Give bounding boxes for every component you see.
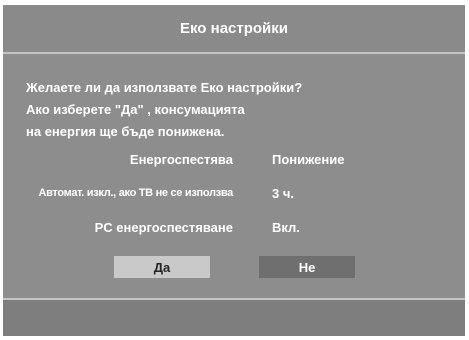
yes-button[interactable]: Да xyxy=(114,256,210,278)
title-divider xyxy=(3,52,465,54)
setting-value-energy-saving: Понижение xyxy=(272,152,345,167)
no-button[interactable]: Не xyxy=(259,256,355,278)
dialog-title-bar: Еко настройки xyxy=(3,5,465,52)
dialog-footer xyxy=(3,300,465,336)
dialog-title: Еко настройки xyxy=(179,20,288,37)
message-line-3: на енергия ще бъде понижена. xyxy=(26,124,225,139)
setting-label-auto-power-off: Автомат. изкл., ако ТВ не се използва xyxy=(38,187,233,199)
message-line-1: Желаете ли да използвате Еко настройки? xyxy=(26,80,303,95)
eco-settings-dialog: Еко настройки Желаете ли да използвате Е… xyxy=(3,5,465,336)
setting-value-auto-power-off: 3 ч. xyxy=(272,186,295,201)
setting-label-pc-power-saving: PC енергоспестяване xyxy=(94,220,233,235)
message-line-2: Ако изберете "Да" , консумацията xyxy=(26,102,245,117)
setting-label-energy-saving: Енергоспестява xyxy=(129,152,233,167)
setting-value-pc-power-saving: Вкл. xyxy=(272,220,300,235)
